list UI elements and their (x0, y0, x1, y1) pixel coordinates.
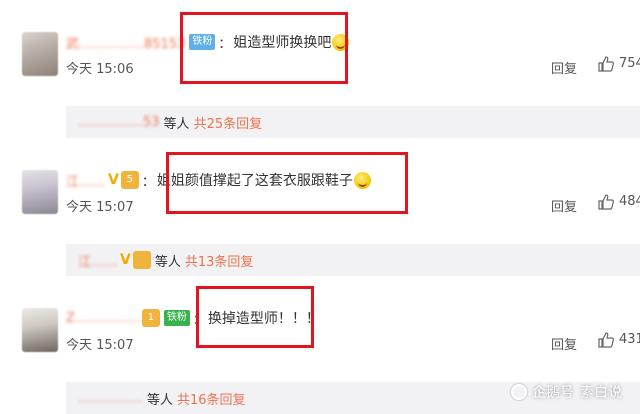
tier-badge: 铁粉 (163, 310, 190, 326)
sub-reply-user[interactable]: 江…… (78, 251, 117, 270)
comment-time: 今天 15:07 (66, 338, 134, 353)
sub-reply-user[interactable]: ……………53 (78, 115, 160, 130)
smile-emoji-icon (353, 171, 371, 189)
comment-header: Z…………… 1 铁粉 ： 换掉造型师！！！ (66, 308, 320, 328)
thumbs-up-icon (598, 332, 614, 348)
comment-time: 今天 15:07 (66, 200, 134, 215)
sub-reply-user[interactable]: …………… (78, 391, 143, 406)
comment-text: 姐姐颜值撑起了这套衣服跟鞋子 (156, 173, 353, 189)
watermark-brand: 企鹅号 (532, 385, 574, 401)
avatar[interactable] (22, 170, 58, 214)
verified-v-badge: V (108, 172, 119, 188)
like-button[interactable]: 431 (598, 332, 640, 348)
comment-text: 换掉造型师！！！ (207, 311, 320, 327)
reply-button[interactable]: 回复 (551, 196, 577, 215)
username[interactable]: Z…………… (66, 311, 140, 326)
comment-header: 江…… V 5 ： 姐姐颜值撑起了这套衣服跟鞋子 (66, 170, 371, 190)
verified-v-badge: V (120, 252, 131, 268)
fan-level-badge (132, 251, 151, 269)
colon-separator: ： (192, 312, 206, 328)
thumbs-up-icon (598, 194, 614, 210)
watermark: 企鹅号 素白说 (511, 382, 622, 402)
view-replies-link[interactable]: 共16条回复 (177, 389, 246, 408)
reply-button[interactable]: 回复 (551, 58, 577, 77)
comment-time: 今天 15:06 (66, 62, 134, 77)
comment-item: 江…… V 5 ： 姐姐颜值撑起了这套衣服跟鞋子 今天 15:07 回复 484 (0, 170, 640, 250)
comment-header: 武……………85153 铁粉 ： 姐造型师换换吧 (66, 32, 350, 52)
watermark-author: 素白说 (580, 385, 622, 401)
username[interactable]: 武……………85153 (66, 33, 185, 52)
sub-reply-summary[interactable]: 江…… V 等人 共13条回复 (66, 244, 640, 276)
view-replies-link[interactable]: 共25条回复 (194, 113, 263, 132)
colon-separator: ： (218, 36, 232, 52)
like-count: 431 (619, 332, 640, 347)
laugh-cry-emoji-icon (332, 33, 350, 51)
like-button[interactable]: 484 (598, 194, 640, 210)
tier-badge: 铁粉 (189, 34, 216, 50)
like-button[interactable]: 754 (598, 56, 640, 72)
like-count: 484 (619, 194, 640, 209)
avatar[interactable] (22, 308, 58, 352)
sub-reply-text: 等人 (147, 392, 174, 408)
fan-level-badge: 5 (120, 171, 139, 189)
thumbs-up-icon (598, 56, 614, 72)
comment-text: 姐造型师换换吧 (233, 35, 332, 51)
fan-level-badge: 1 (141, 309, 160, 327)
comment-item: 武……………85153 铁粉 ： 姐造型师换换吧 今天 15:06 回复 754 (0, 32, 640, 112)
colon-separator: ： (141, 174, 155, 190)
username[interactable]: 江…… (66, 171, 105, 190)
comment-item: Z…………… 1 铁粉 ： 换掉造型师！！！ 今天 15:07 回复 431 (0, 308, 640, 388)
avatar[interactable] (22, 32, 58, 76)
penguin-logo-icon (511, 384, 527, 400)
sub-reply-summary[interactable]: ……………53 等人 共25条回复 (66, 106, 640, 138)
sub-reply-text: 等人 (163, 116, 190, 132)
view-replies-link[interactable]: 共13条回复 (185, 251, 254, 270)
like-count: 754 (619, 56, 640, 71)
reply-button[interactable]: 回复 (551, 334, 577, 353)
sub-reply-text: 等人 (154, 254, 181, 270)
